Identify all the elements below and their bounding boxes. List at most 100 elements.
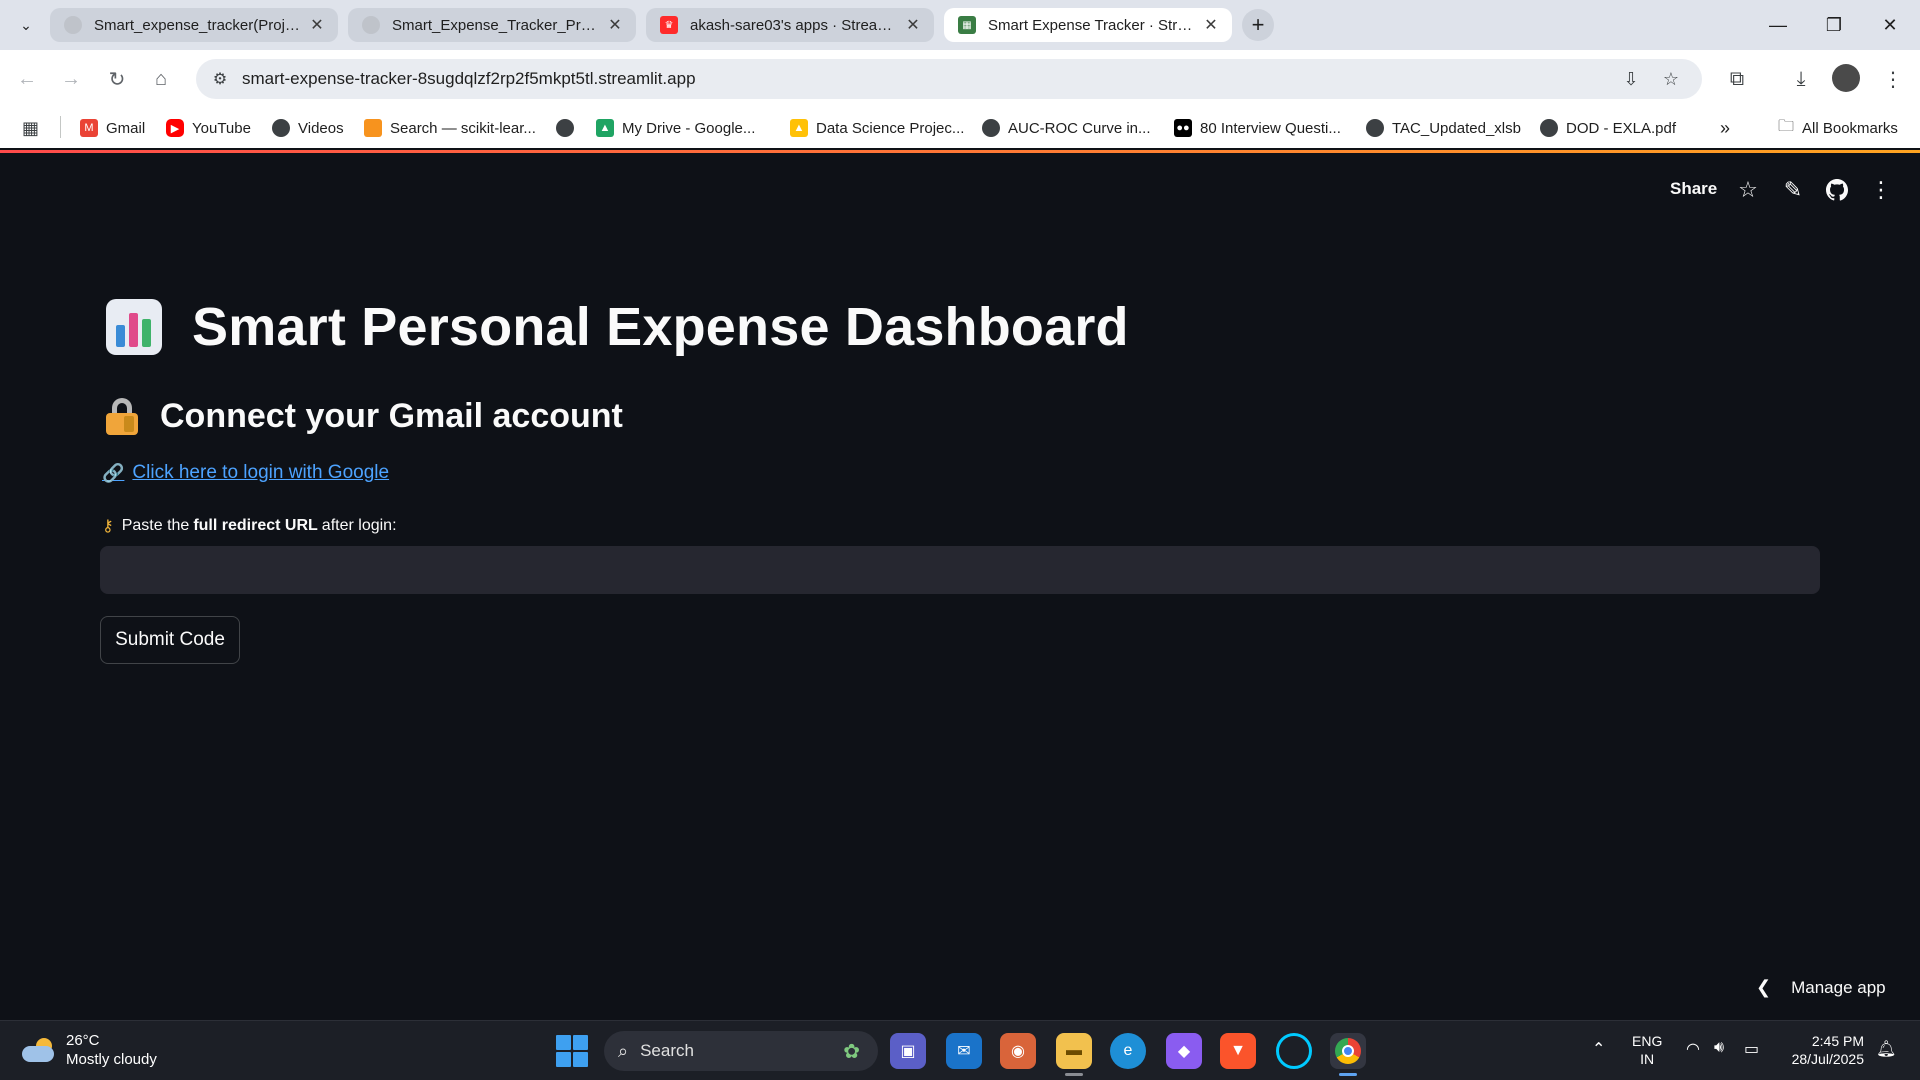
bar-chart-icon bbox=[106, 299, 166, 355]
profile-avatar[interactable] bbox=[1832, 64, 1860, 92]
cortana-icon[interactable] bbox=[1276, 1033, 1312, 1069]
file-explorer-icon[interactable]: ▬ bbox=[1056, 1033, 1092, 1069]
label-suffix: after login: bbox=[321, 517, 397, 534]
close-icon[interactable]: ✕ bbox=[604, 14, 626, 36]
bookmark-label: Videos bbox=[298, 119, 344, 137]
back-icon[interactable]: ← bbox=[10, 62, 44, 96]
bookmark-auc-roc[interactable]: AUC-ROC Curve in... bbox=[982, 116, 1151, 140]
battery-icon[interactable]: ▭ bbox=[1744, 1039, 1759, 1059]
bookmarks-overflow-icon[interactable]: » bbox=[1720, 116, 1730, 140]
notifications-bell-icon[interactable]: 🔔︎ bbox=[1876, 1039, 1896, 1059]
globe-icon bbox=[64, 16, 82, 34]
bookmark-globe[interactable] bbox=[556, 116, 582, 140]
install-app-icon[interactable]: ⇩ bbox=[1618, 66, 1644, 92]
system-clock[interactable]: 2:45 PM 28/Jul/2025 bbox=[1784, 1032, 1864, 1068]
address-url[interactable]: smart-expense-tracker-8sugdqlzf2rp2f5mkp… bbox=[242, 69, 696, 89]
globe-icon bbox=[556, 119, 574, 137]
edit-pencil-icon[interactable]: ✎ bbox=[1778, 175, 1808, 205]
brave-icon[interactable]: ▼ bbox=[1220, 1033, 1256, 1069]
forward-icon[interactable]: → bbox=[54, 62, 88, 96]
tab-smart-expense-tracker-project-2[interactable]: Smart_Expense_Tracker_Project ✕ bbox=[348, 8, 636, 42]
bookmark-star-icon[interactable]: ☆ bbox=[1658, 66, 1684, 92]
edge-icon[interactable]: e bbox=[1110, 1033, 1146, 1069]
bookmark-label: AUC-ROC Curve in... bbox=[1008, 119, 1151, 137]
key-icon: ⚷ bbox=[102, 518, 114, 535]
bookmark-scikit[interactable]: Search — scikit-lear... bbox=[364, 116, 536, 140]
github-icon[interactable] bbox=[1822, 175, 1852, 205]
copilot-icon[interactable]: ◆ bbox=[1166, 1033, 1202, 1069]
teams-icon[interactable]: ▣ bbox=[890, 1033, 926, 1069]
download-icon[interactable]: ⤓ bbox=[1786, 64, 1816, 94]
bookmarks-divider bbox=[60, 116, 61, 138]
close-icon[interactable]: ✕ bbox=[902, 14, 924, 36]
tab-title: akash-sare03's apps · Streamlit bbox=[690, 16, 896, 34]
mail-icon[interactable]: ✉ bbox=[946, 1033, 982, 1069]
minimize-icon[interactable]: — bbox=[1750, 0, 1806, 50]
label-bold: full redirect URL bbox=[193, 517, 318, 534]
bookmark-label: My Drive - Google... bbox=[622, 119, 756, 137]
window-close-icon[interactable]: ✕ bbox=[1862, 0, 1918, 50]
bookmark-label: DOD - EXLA.pdf bbox=[1566, 119, 1677, 137]
share-button[interactable]: Share bbox=[1670, 179, 1717, 199]
bookmark-videos[interactable]: Videos bbox=[272, 116, 344, 140]
more-vertical-icon[interactable]: ⋮ bbox=[1866, 175, 1896, 205]
browser-toolbar: ← → ↻ ⌂ ⚙ smart-expense-tracker-8sugdqlz… bbox=[0, 50, 1920, 108]
reload-icon[interactable]: ↻ bbox=[100, 62, 134, 96]
apps-grid-icon[interactable]: ▦ bbox=[22, 116, 39, 140]
submit-code-button[interactable]: Submit Code bbox=[100, 616, 240, 664]
redirect-url-input[interactable] bbox=[100, 546, 1820, 594]
active-indicator bbox=[1339, 1073, 1357, 1076]
weather-widget[interactable]: 26°C Mostly cloudy bbox=[22, 1031, 157, 1069]
tab-smart-expense-tracker-project[interactable]: Smart_expense_tracker(Project) ✕ bbox=[50, 8, 338, 42]
tab-title: Smart_expense_tracker(Project) bbox=[94, 16, 300, 34]
medium-icon: ●● bbox=[1174, 119, 1192, 137]
all-bookmarks[interactable]: 🗀 All Bookmarks bbox=[1778, 116, 1898, 140]
tab-search-chevron-icon[interactable]: ⌄ bbox=[10, 10, 42, 40]
streamlit-app: Share ☆ ✎ ⋮ Smart Personal Expense Dashb… bbox=[0, 153, 1920, 1020]
page-title-row: Smart Personal Expense Dashboard bbox=[106, 296, 1129, 358]
bookmark-label: Data Science Projec... bbox=[816, 119, 965, 137]
show-hidden-icons-chevron-up-icon[interactable]: ⌃ bbox=[1592, 1039, 1605, 1059]
restore-icon[interactable]: ❐ bbox=[1806, 0, 1862, 50]
bookmark-gmail[interactable]: M Gmail bbox=[80, 116, 145, 140]
link-icon: 🔗 bbox=[102, 462, 125, 483]
section-subtitle: Connect your Gmail account bbox=[160, 397, 623, 435]
extensions-icon[interactable]: ⧉ bbox=[1722, 64, 1752, 94]
taskbar-search-label: Search bbox=[640, 1041, 694, 1060]
bookmark-youtube[interactable]: ▶ YouTube bbox=[166, 116, 251, 140]
language-indicator[interactable]: ENG IN bbox=[1632, 1032, 1662, 1068]
windows-start-icon[interactable] bbox=[556, 1035, 588, 1067]
chrome-icon[interactable] bbox=[1330, 1033, 1366, 1069]
tab-streamlit-apps[interactable]: ♛ akash-sare03's apps · Streamlit ✕ bbox=[646, 8, 934, 42]
bookmark-dod-exla[interactable]: DOD - EXLA.pdf bbox=[1540, 116, 1676, 140]
chrome-menu-icon[interactable]: ⋮ bbox=[1878, 64, 1908, 94]
clock-date: 28/Jul/2025 bbox=[1791, 1051, 1864, 1067]
bookmark-label: 80 Interview Questi... bbox=[1200, 119, 1341, 137]
language-code: ENG bbox=[1632, 1033, 1663, 1049]
search-icon: ⌕ bbox=[618, 1040, 629, 1061]
bookmark-data-science[interactable]: ▲ Data Science Projec... bbox=[790, 116, 964, 140]
bookmark-tac-updated[interactable]: TAC_Updated_xlsb bbox=[1366, 116, 1521, 140]
home-icon[interactable]: ⌂ bbox=[144, 62, 178, 96]
new-tab-button[interactable]: + bbox=[1242, 9, 1274, 41]
wifi-icon[interactable]: ◠ bbox=[1686, 1039, 1700, 1059]
star-icon[interactable]: ☆ bbox=[1733, 175, 1763, 205]
volume-icon[interactable]: 🔊︎ bbox=[1714, 1039, 1724, 1057]
weather-condition: Mostly cloudy bbox=[66, 1051, 157, 1068]
globe-icon bbox=[1540, 119, 1558, 137]
close-icon[interactable]: ✕ bbox=[306, 14, 328, 36]
drive-icon: ▲ bbox=[596, 119, 614, 137]
address-bar[interactable]: ⚙ smart-expense-tracker-8sugdqlzf2rp2f5m… bbox=[196, 59, 1702, 99]
site-info-icon[interactable]: ⚙ bbox=[200, 59, 240, 99]
tab-smart-expense-tracker-streamlit[interactable]: ▦ Smart Expense Tracker · Streamlit ✕ bbox=[944, 8, 1232, 42]
manage-app-button[interactable]: ❮ Manage app bbox=[1756, 977, 1886, 998]
store-app-icon[interactable]: ◉ bbox=[1000, 1033, 1036, 1069]
bookmark-my-drive[interactable]: ▲ My Drive - Google... bbox=[596, 116, 755, 140]
gmail-icon: M bbox=[80, 119, 98, 137]
bookmark-interview[interactable]: ●● 80 Interview Questi... bbox=[1174, 116, 1341, 140]
taskbar-search[interactable]: ⌕ Search ✿ bbox=[604, 1031, 878, 1071]
google-login-link[interactable]: 🔗 Click here to login with Google bbox=[102, 462, 389, 484]
tab-title: Smart_Expense_Tracker_Project bbox=[392, 16, 598, 34]
close-icon[interactable]: ✕ bbox=[1200, 14, 1222, 36]
redirect-url-label: ⚷ Paste the full redirect URL after logi… bbox=[102, 516, 397, 536]
